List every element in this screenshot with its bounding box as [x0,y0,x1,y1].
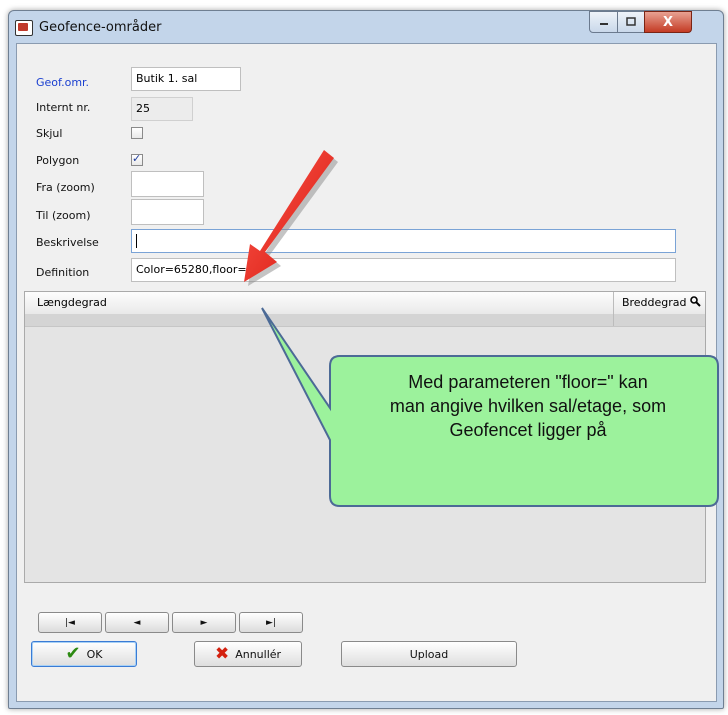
first-record-icon: |◄ [65,617,75,628]
polygon-checkbox[interactable] [131,152,143,166]
annuller-label: Annullér [235,647,282,661]
til-zoom-label: Til (zoom) [36,209,91,222]
table-row[interactable] [25,314,705,327]
title-bar[interactable]: Geofence-områder X [9,11,723,43]
search-icon[interactable] [690,296,701,307]
beskrivelse-label: Beskrivelse [36,236,99,249]
column-header-breddegrad[interactable]: Breddegrad [622,296,701,309]
upload-label: Upload [409,647,449,661]
last-record-icon: ►| [266,617,276,628]
fra-zoom-input[interactable] [131,171,204,197]
breddegrad-label: Breddegrad [621,296,687,309]
fra-zoom-label: Fra (zoom) [36,181,95,194]
text-cursor [136,234,137,248]
app-icon [15,20,33,36]
nav-last-button[interactable]: ►| [239,612,303,633]
maximize-icon [626,17,636,26]
ok-label: OK [86,647,103,661]
definition-input[interactable]: Color=65280,floor=1 [131,258,676,282]
window-title: Geofence-områder [39,20,162,35]
nav-first-button[interactable]: |◄ [38,612,102,633]
minimize-icon [599,23,608,25]
nav-next-button[interactable]: ► [172,612,236,633]
column-separator [613,314,614,326]
beskrivelse-input[interactable] [131,229,676,253]
callout-line: man angive hvilken sal/etage, som [389,396,667,416]
next-record-icon: ► [200,617,208,628]
skjul-checkbox[interactable] [131,127,143,139]
annuller-button[interactable]: ✖ Annullér [194,641,302,667]
internt-label: Internt nr. [36,101,91,114]
internt-value: 25 [131,97,193,121]
grid-header: Længdegrad Breddegrad [25,292,705,315]
callout-text: Med parameteren "floor=" kan man angive … [337,370,719,442]
geof-label: Geof.omr. [36,76,90,89]
geof-input[interactable]: Butik 1. sal [131,67,241,91]
polygon-label: Polygon [36,154,80,167]
checkmark-icon: ✔ [65,643,81,664]
til-zoom-input[interactable] [131,199,204,225]
ok-button[interactable]: ✔ OK [31,641,137,667]
maximize-button[interactable] [617,11,645,33]
column-header-laengdegrad[interactable]: Længdegrad [37,296,107,309]
minimize-button[interactable] [589,11,618,33]
column-separator [613,292,614,314]
nav-prev-button[interactable]: ◄ [105,612,169,633]
skjul-label: Skjul [36,127,63,140]
upload-button[interactable]: Upload [341,641,517,667]
cancel-x-icon: ✖ [214,643,230,664]
callout-line: Geofencet ligger på [449,420,607,440]
close-button[interactable]: X [644,11,692,33]
definition-label: Definition [36,266,90,279]
callout-line: Med parameteren "floor=" kan [408,372,648,392]
previous-record-icon: ◄ [133,617,141,628]
close-icon: X [662,14,674,30]
geofence-window: Geofence-områder X Geof.omr. Butik 1. sa… [8,10,724,709]
